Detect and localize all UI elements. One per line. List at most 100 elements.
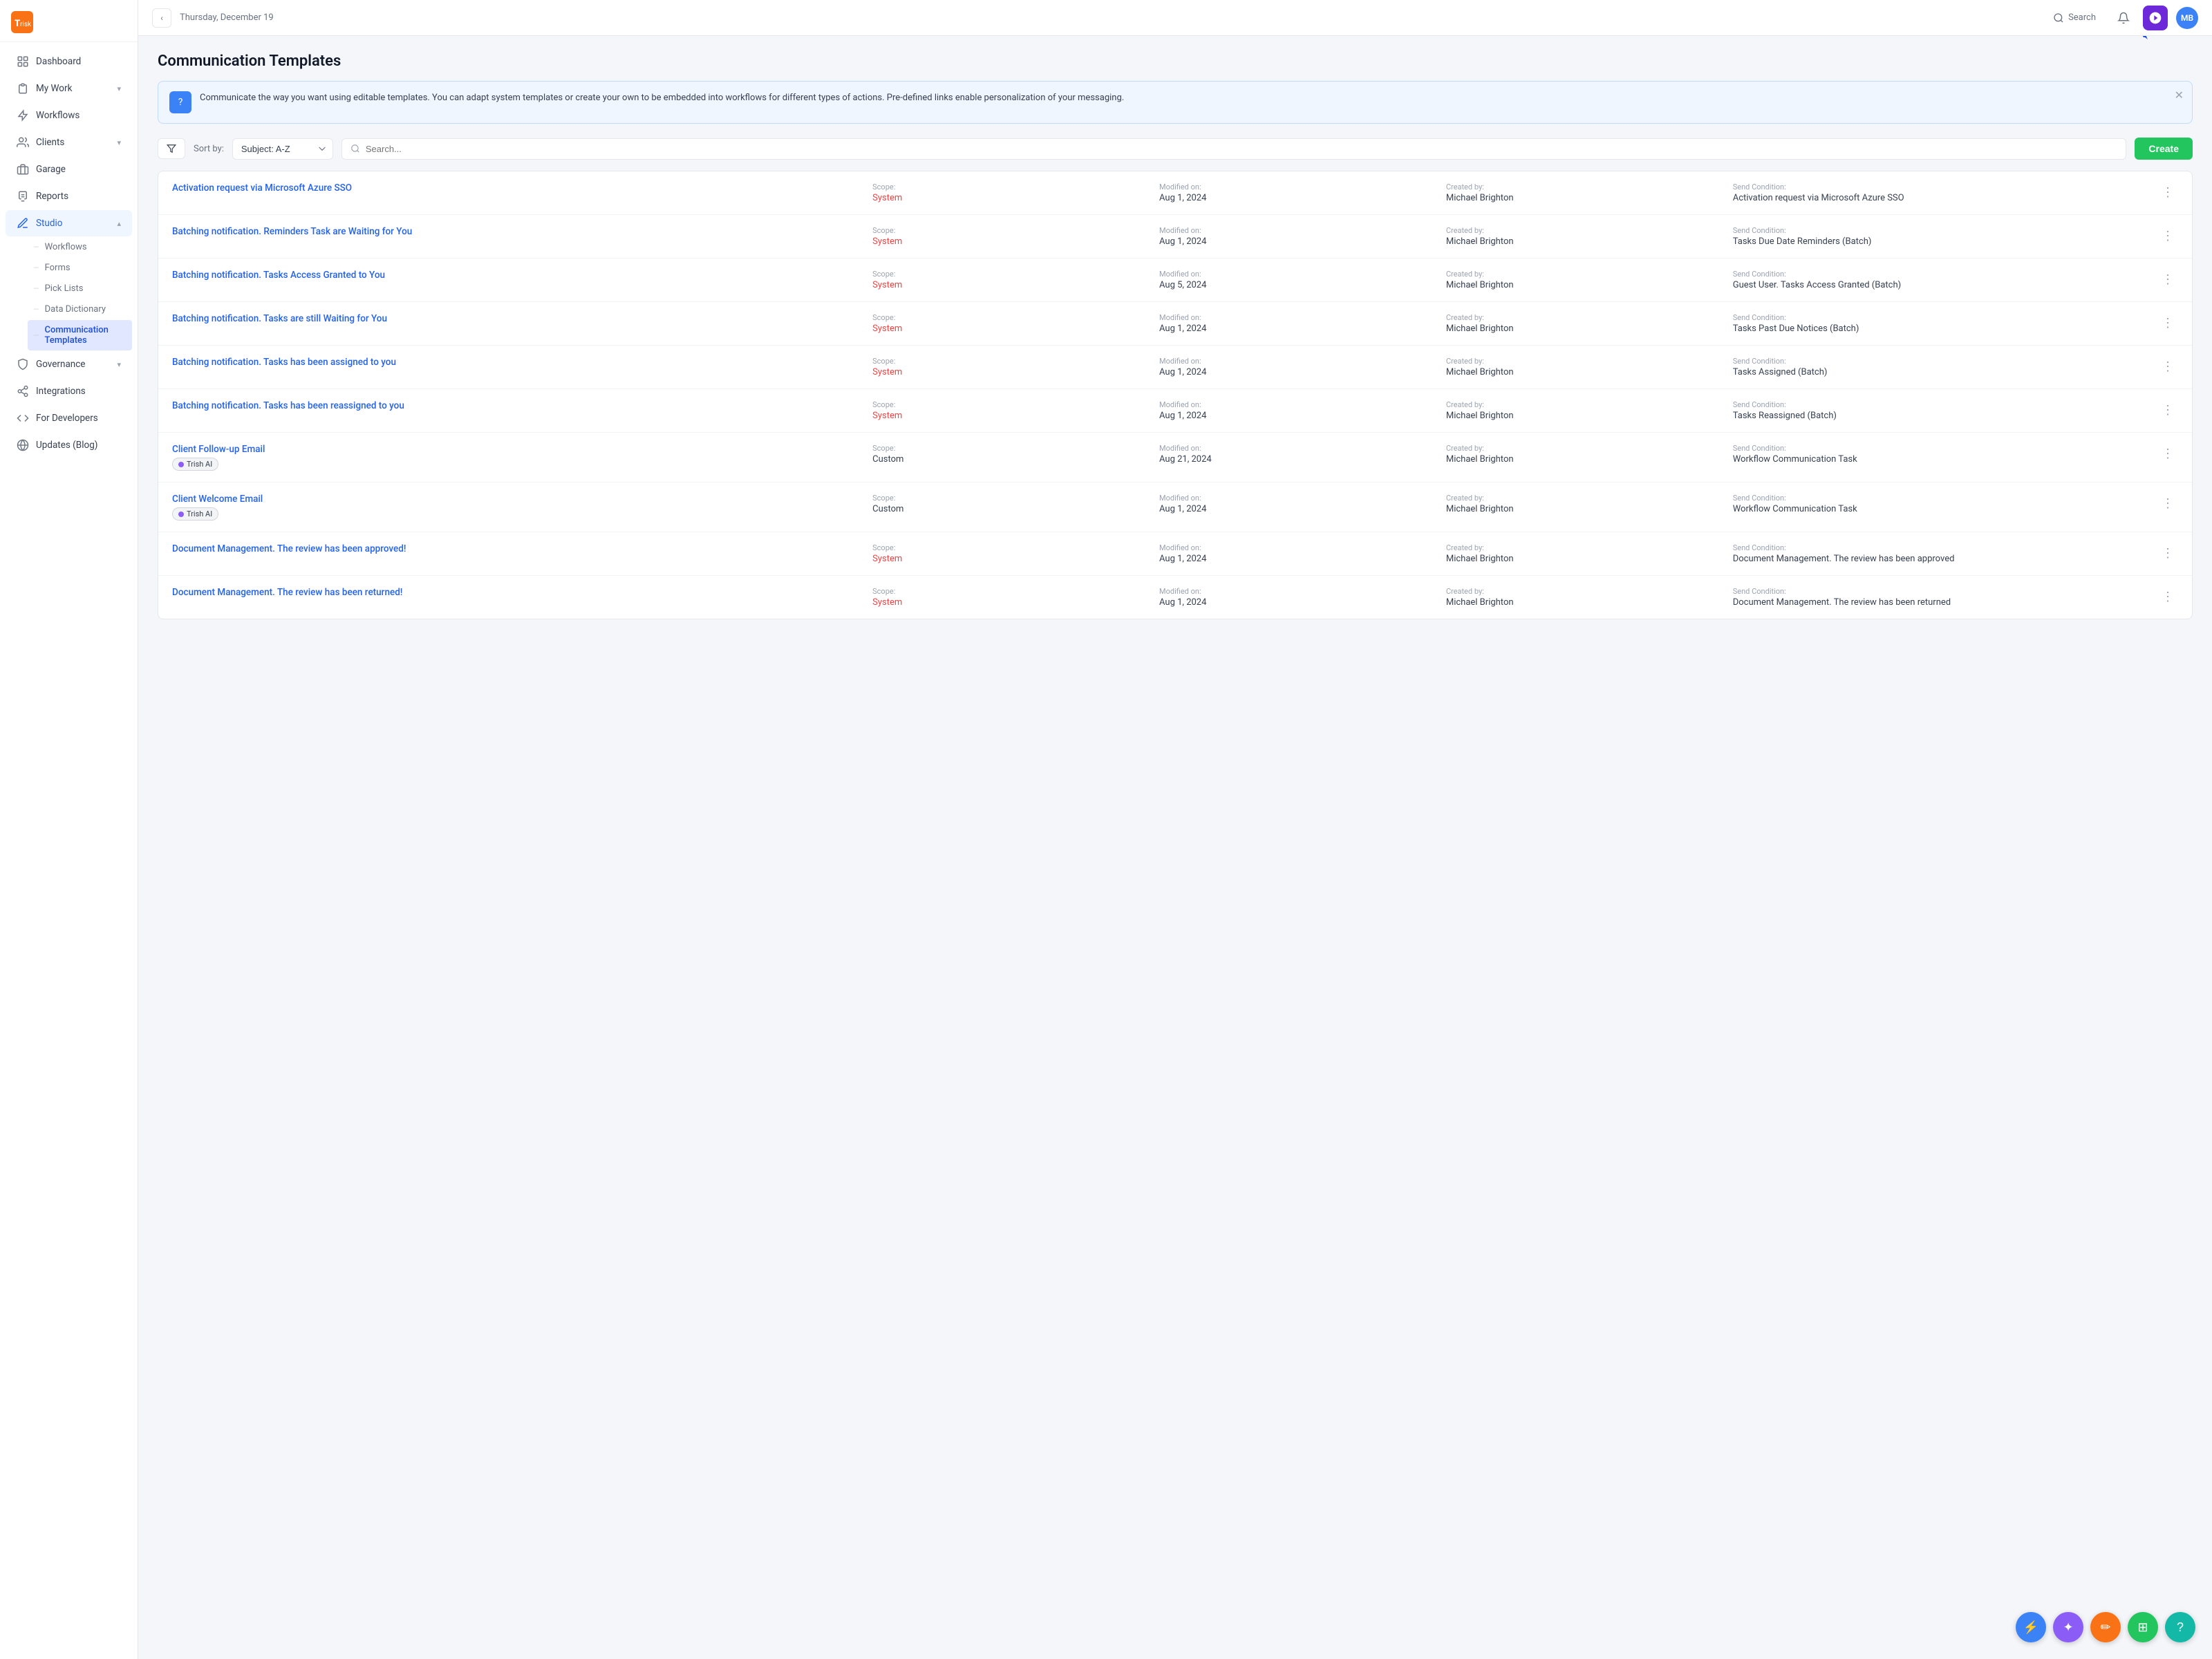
template-link[interactable]: Batching notification. Tasks are still W…: [172, 313, 387, 324]
sidebar-item-pick-lists[interactable]: Pick Lists: [28, 279, 132, 299]
more-options-button[interactable]: ⋮: [2157, 494, 2178, 514]
template-modified: Modified on: Aug 5, 2024: [1159, 270, 1435, 290]
sidebar-item-my-work[interactable]: My Work ▾: [6, 75, 132, 102]
close-banner-button[interactable]: ✕: [2175, 88, 2184, 102]
table-row[interactable]: Batching notification. Tasks has been as…: [158, 346, 2192, 389]
template-send-condition: Send Condition: Workflow Communication T…: [1733, 494, 2146, 514]
sidebar-item-clients[interactable]: Clients ▾: [6, 129, 132, 156]
fab-lightning-button[interactable]: ⚡: [2016, 1612, 2046, 1642]
search-button[interactable]: Search: [2045, 8, 2104, 28]
template-link[interactable]: Batching notification. Tasks has been as…: [172, 357, 396, 368]
sidebar-item-communication-templates[interactable]: Communication Templates: [28, 320, 132, 350]
template-name: Document Management. The review has been…: [172, 587, 861, 598]
template-send-condition: Send Condition: Workflow Communication T…: [1733, 444, 2146, 465]
studio-subnav: Workflows Forms Pick Lists Data Dictiona…: [0, 237, 138, 350]
user-avatar[interactable]: MB: [2176, 7, 2198, 29]
table-row[interactable]: Activation request via Microsoft Azure S…: [158, 171, 2192, 215]
fab-ai-button[interactable]: ✦: [2053, 1612, 2083, 1642]
logo[interactable]: T risk: [0, 0, 138, 42]
clients-icon: [17, 136, 29, 149]
template-link[interactable]: Client Follow-up Email: [172, 444, 265, 455]
sidebar-item-label: Dashboard: [36, 56, 81, 67]
template-modified: Modified on: Aug 1, 2024: [1159, 226, 1435, 247]
table-row[interactable]: Document Management. The review has been…: [158, 532, 2192, 576]
back-button[interactable]: ‹: [152, 8, 171, 28]
my-work-icon: [17, 82, 29, 95]
template-link[interactable]: Batching notification. Reminders Task ar…: [172, 226, 412, 237]
date-display: Thursday, December 19: [180, 12, 2036, 23]
template-name: Client Welcome Email Trish AI: [172, 494, 861, 521]
template-modified: Modified on: Aug 1, 2024: [1159, 400, 1435, 421]
table-row[interactable]: Batching notification. Reminders Task ar…: [158, 215, 2192, 259]
trish-ai-badge: Trish AI: [172, 507, 218, 521]
sidebar-item-governance[interactable]: Governance ▾: [6, 351, 132, 377]
template-send-condition: Send Condition: Tasks Reassigned (Batch): [1733, 400, 2146, 421]
search-icon: [2053, 12, 2064, 24]
template-link[interactable]: Client Welcome Email: [172, 494, 263, 505]
more-options-button[interactable]: ⋮: [2157, 182, 2178, 203]
table-row[interactable]: Document Management. The review has been…: [158, 576, 2192, 619]
sort-select[interactable]: Subject: A-Z Subject: Z-A Modified: Newe…: [232, 138, 333, 160]
template-name: Client Follow-up Email Trish AI: [172, 444, 861, 471]
template-name: Batching notification. Tasks Access Gran…: [172, 270, 861, 281]
topbar: ‹ Thursday, December 19 Search MB: [138, 0, 2212, 36]
more-options-button[interactable]: ⋮: [2157, 270, 2178, 290]
chevron-up-icon: ▴: [117, 219, 121, 228]
template-link[interactable]: Document Management. The review has been…: [172, 543, 406, 554]
search-input[interactable]: [366, 144, 2118, 154]
user-initials: MB: [2181, 13, 2193, 23]
table-row[interactable]: Client Welcome Email Trish AI Scope: Cus…: [158, 482, 2192, 532]
fab-help-button[interactable]: ?: [2165, 1612, 2195, 1642]
template-name: Batching notification. Tasks are still W…: [172, 313, 861, 324]
sidebar-item-workflows-sub[interactable]: Workflows: [28, 237, 132, 257]
more-options-button[interactable]: ⋮: [2157, 226, 2178, 246]
template-created: Created by: Michael Brighton: [1446, 587, 1722, 608]
template-send-condition: Send Condition: Tasks Past Due Notices (…: [1733, 313, 2146, 334]
table-row[interactable]: Client Follow-up Email Trish AI Scope: C…: [158, 433, 2192, 482]
notifications-button[interactable]: [2112, 7, 2135, 29]
template-send-condition: Send Condition: Activation request via M…: [1733, 182, 2146, 203]
sidebar-item-data-dictionary[interactable]: Data Dictionary: [28, 299, 132, 319]
badge-dot: [178, 462, 184, 467]
template-scope: Scope: System: [872, 357, 1148, 377]
sidebar-item-integrations[interactable]: Integrations: [6, 378, 132, 404]
template-created: Created by: Michael Brighton: [1446, 444, 1722, 465]
more-options-button[interactable]: ⋮: [2157, 400, 2178, 420]
template-list: Activation request via Microsoft Azure S…: [158, 171, 2193, 619]
table-row[interactable]: Batching notification. Tasks are still W…: [158, 302, 2192, 346]
template-link[interactable]: Document Management. The review has been…: [172, 587, 402, 598]
sidebar-item-dashboard[interactable]: Dashboard: [6, 48, 132, 75]
template-link[interactable]: Batching notification. Tasks Access Gran…: [172, 270, 385, 281]
sidebar-item-studio[interactable]: Studio ▴: [6, 210, 132, 236]
table-row[interactable]: Batching notification. Tasks Access Gran…: [158, 259, 2192, 302]
fab-edit-button[interactable]: ✏: [2090, 1612, 2121, 1642]
fab-layout-button[interactable]: ⊞: [2128, 1612, 2158, 1642]
template-scope: Scope: Custom: [872, 494, 1148, 514]
template-created: Created by: Michael Brighton: [1446, 494, 1722, 514]
sidebar-item-workflows[interactable]: Workflows: [6, 102, 132, 129]
more-options-button[interactable]: ⋮: [2157, 444, 2178, 464]
more-options-button[interactable]: ⋮: [2157, 543, 2178, 563]
fab-group: ⚡ ✦ ✏ ⊞ ?: [2016, 1612, 2195, 1642]
sidebar-item-garage[interactable]: Garage: [6, 156, 132, 182]
sidebar-item-forms[interactable]: Forms: [28, 258, 132, 278]
ai-button[interactable]: [2143, 6, 2168, 30]
template-link[interactable]: Activation request via Microsoft Azure S…: [172, 182, 352, 194]
bell-icon: [2117, 12, 2130, 24]
more-options-button[interactable]: ⋮: [2157, 587, 2178, 607]
sidebar-item-for-developers[interactable]: For Developers: [6, 405, 132, 431]
create-button[interactable]: Create: [2135, 138, 2193, 160]
template-link[interactable]: Batching notification. Tasks has been re…: [172, 400, 404, 411]
more-options-button[interactable]: ⋮: [2157, 313, 2178, 333]
sidebar-nav: Dashboard My Work ▾ Workflows Clients ▾ …: [0, 42, 138, 1659]
main-wrapper: ‹ Thursday, December 19 Search MB Commun…: [138, 0, 2212, 1659]
sidebar-item-label: Reports: [36, 191, 68, 202]
badge-label: Trish AI: [187, 460, 212, 469]
chevron-down-icon: ▾: [117, 138, 121, 147]
sidebar-item-updates-blog[interactable]: Updates (Blog): [6, 432, 132, 458]
filter-button[interactable]: [158, 138, 185, 159]
sidebar-item-reports[interactable]: Reports: [6, 183, 132, 209]
table-row[interactable]: Batching notification. Tasks has been re…: [158, 389, 2192, 433]
more-options-button[interactable]: ⋮: [2157, 357, 2178, 377]
sidebar-sub-label: Pick Lists: [45, 283, 84, 294]
